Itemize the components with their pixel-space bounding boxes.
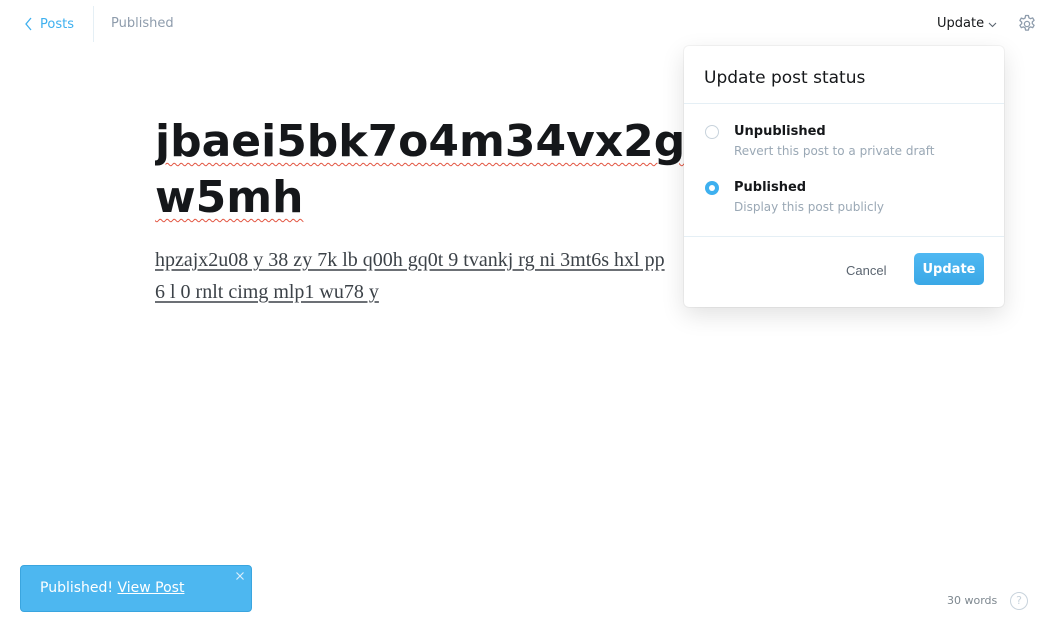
- publish-menu-popover: Update post status Unpublished Revert th…: [684, 46, 1004, 307]
- notification-message: Published!: [40, 580, 114, 596]
- post-title[interactable]: jbaei5bk7o4m34vx2gy9 w5mh: [155, 114, 715, 226]
- option-label: Unpublished: [734, 124, 826, 139]
- header-divider: [93, 6, 94, 42]
- post-body-line: hpzajx2u08 y 38 zy 7k lb q00h gq0t 9 tva…: [155, 249, 665, 271]
- chevron-down-icon: [988, 22, 997, 27]
- update-button[interactable]: Update: [914, 253, 984, 285]
- option-description: Display this post publicly: [734, 200, 885, 214]
- editor-header: Posts Published Update: [0, 0, 1050, 48]
- published-notification: Published! View Post: [20, 565, 252, 612]
- notification-text: Published! View Post: [40, 580, 184, 596]
- back-to-posts-link[interactable]: Posts: [24, 14, 74, 34]
- update-menu-trigger[interactable]: Update: [937, 16, 997, 31]
- post-body-editor[interactable]: hpzajx2u08 y 38 zy 7k lb q00h gq0t 9 tva…: [155, 244, 695, 308]
- word-count: 30 words: [947, 594, 998, 607]
- close-icon[interactable]: [235, 571, 245, 581]
- popover-divider: [684, 236, 1004, 237]
- popover-divider: [684, 103, 1004, 104]
- back-link-label: Posts: [40, 16, 74, 32]
- gear-icon[interactable]: [1017, 14, 1037, 34]
- post-body-line: 6 l 0 rnlt cimg mlp1 wu78 y: [155, 281, 379, 303]
- question-circle-icon[interactable]: ?: [1010, 592, 1028, 610]
- chevron-left-icon: [25, 17, 32, 31]
- post-title-line: w5mh: [155, 172, 304, 223]
- option-description: Revert this post to a private draft: [734, 144, 935, 158]
- unpublished-radio[interactable]: [705, 125, 719, 139]
- status-option-published[interactable]: Published Display this post publicly: [704, 179, 984, 223]
- view-post-link[interactable]: View Post: [117, 580, 184, 596]
- post-status-label: Published: [111, 16, 174, 31]
- update-trigger-label: Update: [937, 16, 985, 31]
- option-label: Published: [734, 180, 807, 195]
- publish-menu-title: Update post status: [704, 68, 866, 88]
- post-title-line: jbaei5bk7o4m34vx2gy9: [155, 116, 715, 167]
- help-button-label: ?: [1016, 594, 1022, 607]
- status-option-unpublished[interactable]: Unpublished Revert this post to a privat…: [704, 123, 984, 167]
- published-radio[interactable]: [705, 181, 719, 195]
- cancel-button[interactable]: Cancel: [846, 262, 886, 278]
